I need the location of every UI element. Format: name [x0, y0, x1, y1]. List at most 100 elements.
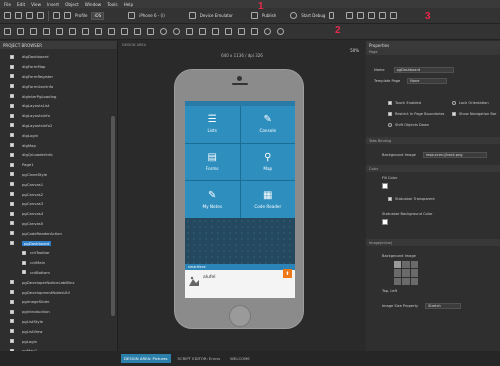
tab-design-area[interactable]: DESIGN AREA: Pictures [121, 354, 171, 363]
publish-button[interactable]: Publish [262, 13, 276, 18]
label-tool-icon[interactable] [4, 28, 11, 35]
picker-tool-icon[interactable] [186, 28, 193, 35]
page-checkbox[interactable] [10, 182, 14, 187]
project-tree-item[interactable]: pgListView [0, 326, 117, 336]
project-tree-item[interactable]: pgListStyle [0, 317, 117, 327]
project-tree-item[interactable]: Page1 [0, 160, 117, 170]
restrict-bounds-checkbox[interactable] [388, 112, 392, 116]
dropdown-icon[interactable] [329, 12, 335, 19]
device-emulator-button[interactable]: Device Emulator [200, 13, 233, 18]
project-tree-item[interactable]: pgDashboard [0, 238, 117, 248]
touch-enabled-checkbox[interactable] [388, 101, 392, 105]
name-input[interactable]: pgDashboard [393, 67, 454, 73]
dashboard-footer[interactable]: smartface alufel ⬆ [185, 264, 295, 298]
page-checkbox[interactable] [10, 74, 14, 79]
project-tree-item[interactable]: pgLogin [0, 336, 117, 346]
project-tree-item[interactable]: dlgQrLoaderInfo [0, 150, 117, 160]
lock-orientation-radio[interactable] [452, 101, 456, 105]
project-tree-item[interactable]: dlgLayoutsList [0, 101, 117, 111]
show-nav-bar-checkbox[interactable] [452, 112, 456, 116]
step-out-icon[interactable] [368, 12, 376, 19]
map-tool-icon[interactable] [121, 28, 128, 35]
textbox-tool-icon[interactable] [43, 28, 50, 35]
statusbar-transparent-checkbox[interactable] [388, 197, 392, 201]
menu-file[interactable]: File [4, 2, 11, 7]
project-tree-item[interactable]: pgCanvas3 [0, 199, 117, 209]
align-tool-icon[interactable] [212, 28, 219, 35]
redo-icon[interactable] [64, 12, 71, 19]
profile-select[interactable]: iOS [91, 11, 105, 20]
menu-window[interactable]: Window [85, 2, 102, 7]
menu-tools[interactable]: Tools [107, 2, 117, 7]
page-checkbox[interactable] [10, 280, 14, 285]
page-checkbox[interactable] [10, 290, 14, 295]
page-checkbox[interactable] [10, 192, 14, 197]
statusbar-bg-color-swatch[interactable] [382, 219, 388, 226]
page-checkbox[interactable] [10, 143, 14, 148]
project-tree-item[interactable]: cntBottom [0, 268, 117, 278]
project-tree-item[interactable]: dlgLayoutsInfo2 [0, 121, 117, 131]
project-tree-item[interactable]: pgCodeReaderAction [0, 228, 117, 238]
dashboard-tile[interactable]: ▦ Code Reader [240, 181, 295, 218]
fill-color-swatch[interactable] [382, 183, 388, 190]
dashboard-tile[interactable]: ☰ Lists [185, 106, 240, 143]
image-tool-icon[interactable] [17, 28, 24, 35]
tabs-binding-section[interactable]: Tabs Binding [366, 137, 500, 144]
button-tool-icon[interactable] [30, 28, 37, 35]
project-tree-item[interactable]: dlgFormUserInfo [0, 81, 117, 91]
home-button[interactable] [229, 305, 251, 327]
page-checkbox[interactable] [10, 84, 14, 89]
project-browser-scrollbar[interactable] [111, 116, 115, 316]
project-tree-item[interactable]: dlgInterPgLoading [0, 91, 117, 101]
ruler-tool-icon[interactable] [199, 28, 206, 35]
slider-tool-icon[interactable] [147, 28, 154, 35]
page-checkbox[interactable] [10, 329, 14, 334]
project-tree-item[interactable]: pgCloneStyle [0, 170, 117, 180]
github-icon[interactable] [277, 28, 284, 35]
shift-objects-radio[interactable] [388, 123, 392, 127]
image-section[interactable]: Image(inline) [366, 239, 500, 246]
dashboard-tile[interactable]: ✎ Console [240, 106, 295, 143]
project-tree-item[interactable]: dlgMap [0, 140, 117, 150]
save-icon[interactable] [26, 12, 33, 19]
menu-edit[interactable]: Edit [17, 2, 25, 7]
page-checkbox[interactable] [10, 299, 14, 304]
project-tree-item[interactable]: pgCanvas1 [0, 179, 117, 189]
background-image-input[interactable]: resources://back.png [422, 152, 487, 158]
page-checkbox[interactable] [10, 103, 14, 108]
project-tree-item[interactable]: pgCanvas2 [0, 189, 117, 199]
new-file-icon[interactable] [4, 12, 11, 19]
switch-tool-icon[interactable] [160, 28, 167, 35]
step-over-icon[interactable] [346, 12, 354, 19]
menu-help[interactable]: Help [124, 2, 134, 7]
scrollview-tool-icon[interactable] [82, 28, 89, 35]
rectangle-tool-icon[interactable] [56, 28, 63, 35]
project-tree-item[interactable]: dlgLayoutsInfo [0, 111, 117, 121]
start-debug-button[interactable]: Start Debug [301, 13, 325, 18]
template-select[interactable]: None [407, 78, 448, 84]
project-tree-item[interactable]: pgDeveloperNoticeLabBlins [0, 277, 117, 287]
container-tool-icon[interactable] [69, 28, 76, 35]
project-tree-item[interactable]: cntToolbar [0, 248, 117, 258]
page-checkbox[interactable] [10, 319, 14, 324]
project-tree-item[interactable]: dlgFormMap [0, 62, 117, 72]
menu-object[interactable]: Object [65, 2, 79, 7]
dashboard-tile[interactable]: ✎ My Notes [185, 181, 240, 218]
device-select[interactable]: iPhone 6 - (i) [139, 13, 165, 18]
upload-arrow-icon[interactable]: ⬆ [283, 269, 292, 278]
project-tree-item[interactable]: pgDevelopmentNotesUtil [0, 287, 117, 297]
pause-icon[interactable] [390, 12, 398, 19]
dashboard-tile[interactable]: ⚲ Map [240, 143, 295, 181]
page-checkbox[interactable] [22, 270, 26, 275]
page-checkbox[interactable] [10, 201, 14, 206]
project-tree-item[interactable]: pgImageSlider [0, 297, 117, 307]
fullscreen-tool-icon[interactable] [238, 28, 245, 35]
resize-tool-icon[interactable] [225, 28, 232, 35]
undo-icon[interactable] [53, 12, 60, 19]
page-checkbox[interactable] [10, 211, 14, 216]
project-tree-item[interactable]: pgCanvas4 [0, 209, 117, 219]
open-folder-icon[interactable] [15, 12, 22, 19]
page-checkbox[interactable] [22, 250, 26, 255]
page-checkbox[interactable] [10, 64, 14, 69]
page-checkbox[interactable] [10, 54, 14, 59]
